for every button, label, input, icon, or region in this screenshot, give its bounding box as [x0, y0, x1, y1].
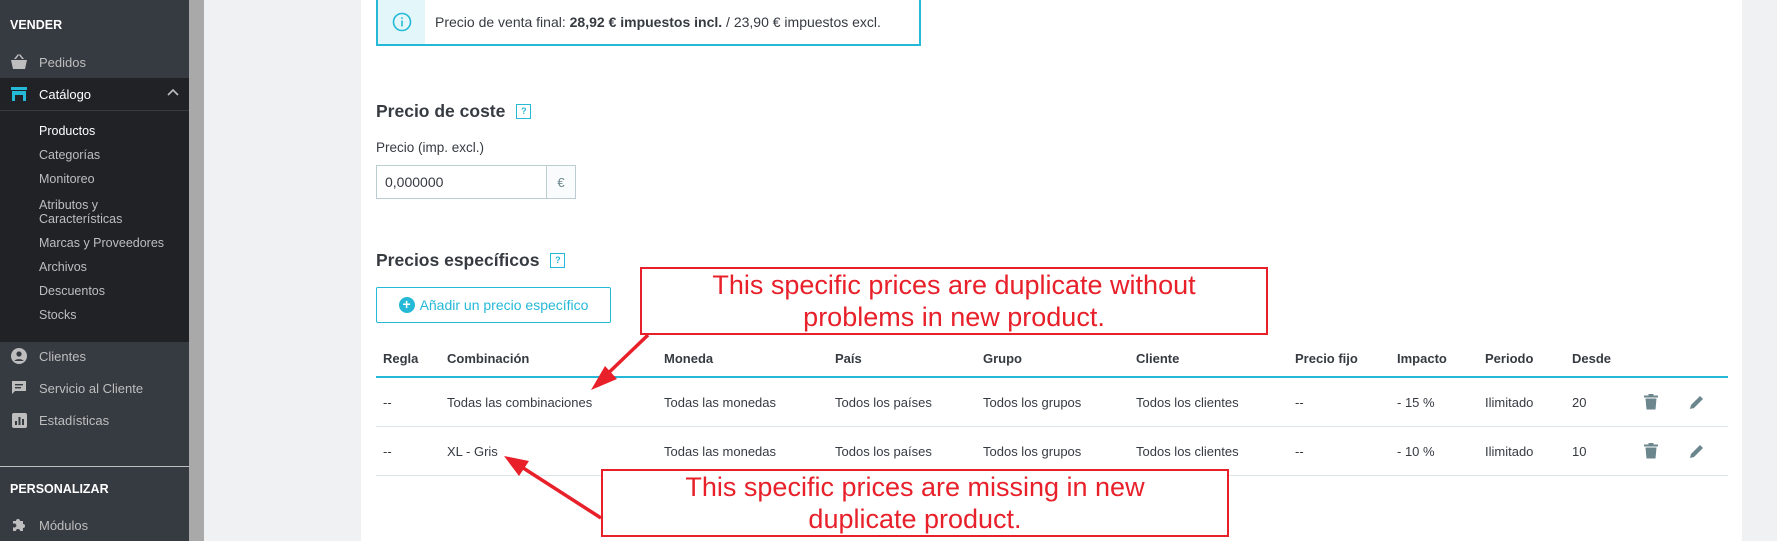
column-header-period: Periodo — [1485, 350, 1534, 366]
sidebar-divider — [0, 466, 189, 467]
sidebar-item-label: Clientes — [39, 348, 86, 364]
sidebar: VENDER Pedidos Catálogo Productos Catego… — [0, 0, 189, 541]
cell-currency: Todas las monedas — [664, 443, 777, 459]
column-header-customer: Cliente — [1136, 350, 1180, 366]
sidebar-item-label: Servicio al Cliente — [39, 380, 144, 396]
cost-price-label: Precio (imp. excl.) — [376, 140, 485, 155]
cell-period: Ilimitado — [1485, 443, 1534, 459]
store-icon — [10, 85, 28, 103]
pencil-icon[interactable] — [1689, 427, 1705, 475]
annotation-duplicated-ok: This specific prices are duplicate witho… — [640, 267, 1268, 335]
cell-rule: -- — [383, 443, 392, 459]
table-header: Regla Combinación Moneda País Grupo Clie… — [376, 340, 1728, 378]
annotation-bottom-line2: duplicate product. — [808, 504, 1022, 534]
sidebar-item-label: Pedidos — [39, 54, 86, 70]
column-header-impact: Impacto — [1397, 350, 1447, 366]
submenu-item-brands[interactable]: Marcas y Proveedores — [39, 236, 164, 250]
currency-addon: € — [547, 165, 576, 199]
sidebar-item-stats[interactable]: Estadísticas — [0, 404, 189, 436]
sidebar-item-label: Estadísticas — [39, 412, 110, 428]
sidebar-item-label: Módulos — [39, 517, 89, 533]
specific-prices-title: Precios específicos — [376, 250, 540, 270]
cell-currency: Todas las monedas — [664, 394, 777, 410]
cost-price-input[interactable]: 0,000000 — [376, 165, 547, 199]
cell-combination: Todas las combinaciones — [447, 394, 593, 410]
submenu-item-attributes[interactable]: Atributos y Características — [39, 198, 122, 226]
pencil-icon[interactable] — [1689, 378, 1705, 426]
submenu-item-categories[interactable]: Categorías — [39, 148, 100, 162]
column-header-country: País — [835, 350, 862, 366]
cell-from: 20 — [1572, 394, 1587, 410]
submenu-item-monitoring[interactable]: Monitoreo — [39, 172, 95, 186]
cell-period: Ilimitado — [1485, 394, 1534, 410]
column-header-group: Grupo — [983, 350, 1022, 366]
sidebar-section-sell: VENDER — [10, 18, 63, 32]
table-row: -- Todas las combinaciones Todas las mon… — [376, 378, 1728, 427]
sidebar-section-customize: PERSONALIZAR — [10, 482, 109, 496]
cell-group: Todos los grupos — [983, 443, 1082, 459]
user-icon — [10, 347, 28, 365]
annotation-top-line1: This specific prices are duplicate witho… — [712, 270, 1196, 300]
sidebar-item-catalog[interactable]: Catálogo — [0, 78, 189, 110]
sidebar-item-orders[interactable]: Pedidos — [0, 46, 189, 78]
column-header-fixed-price: Precio fijo — [1295, 350, 1358, 366]
submenu-item-attributes-line2: Características — [39, 212, 123, 226]
sidebar-item-modules[interactable]: Módulos — [0, 509, 189, 541]
column-header-combination: Combinación — [447, 350, 530, 366]
cell-country: Todos los países — [835, 394, 932, 410]
chevron-up-icon[interactable] — [167, 87, 179, 102]
annotation-missing: This specific prices are missing in new … — [601, 469, 1229, 537]
column-header-rule: Regla — [383, 350, 419, 366]
final-price-prefix: Precio de venta final: — [435, 14, 566, 30]
sidebar-item-customer-service[interactable]: Servicio al Cliente — [0, 372, 189, 404]
cell-fixed-price: -- — [1295, 443, 1304, 459]
cell-customer: Todos los clientes — [1136, 443, 1239, 459]
sidebar-scrollbar[interactable] — [189, 0, 204, 541]
final-price-tax-incl: 28,92 € impuestos incl. — [569, 14, 723, 30]
add-specific-price-button[interactable]: + Añadir un precio específico — [376, 287, 611, 323]
specific-prices-heading: Precios específicos ? — [376, 250, 566, 271]
cell-country: Todos los países — [835, 443, 932, 459]
plus-circle-icon: + — [398, 297, 415, 313]
cell-fixed-price: -- — [1295, 394, 1304, 410]
puzzle-icon — [10, 516, 28, 534]
sidebar-item-label: Catálogo — [39, 86, 92, 102]
cell-group: Todos los grupos — [983, 394, 1082, 410]
add-specific-price-label: Añadir un precio específico — [419, 297, 589, 313]
submenu-item-products[interactable]: Productos — [39, 124, 95, 138]
annotation-top-line2: problems in new product. — [803, 302, 1105, 332]
bar-chart-icon — [10, 411, 28, 429]
cell-impact: - 10 % — [1397, 443, 1435, 459]
cell-impact: - 15 % — [1397, 394, 1435, 410]
annotation-bottom-line1: This specific prices are missing in new — [685, 472, 1145, 502]
help-icon[interactable]: ? — [516, 104, 532, 119]
specific-prices-table: Regla Combinación Moneda País Grupo Clie… — [376, 340, 1728, 476]
cost-price-title: Precio de coste — [376, 101, 506, 121]
submenu-item-files[interactable]: Archivos — [39, 260, 87, 274]
trash-icon[interactable] — [1644, 378, 1658, 426]
submenu-item-stocks[interactable]: Stocks — [39, 308, 77, 322]
column-header-from: Desde — [1572, 350, 1612, 366]
final-price-info: Precio de venta final: 28,92 € impuestos… — [376, 0, 921, 46]
cost-price-heading: Precio de coste ? — [376, 101, 532, 122]
submenu-item-discounts[interactable]: Descuentos — [39, 284, 105, 298]
info-icon — [378, 0, 425, 44]
chat-icon — [10, 379, 28, 397]
cell-rule: -- — [383, 394, 392, 410]
final-price-tax-excl: / 23,90 € impuestos excl. — [726, 14, 881, 30]
submenu-item-attributes-line1: Atributos y — [39, 198, 99, 212]
trash-icon[interactable] — [1644, 427, 1658, 475]
cell-customer: Todos los clientes — [1136, 394, 1239, 410]
cell-from: 10 — [1572, 443, 1587, 459]
column-header-currency: Moneda — [664, 350, 714, 366]
final-price-text: Precio de venta final: 28,92 € impuestos… — [425, 0, 881, 44]
basket-icon — [10, 53, 28, 71]
catalog-submenu: Productos Categorías Monitoreo Atributos… — [0, 111, 189, 342]
sidebar-item-customers[interactable]: Clientes — [0, 340, 189, 372]
help-icon[interactable]: ? — [550, 253, 566, 268]
cell-combination: XL - Gris — [447, 443, 498, 459]
